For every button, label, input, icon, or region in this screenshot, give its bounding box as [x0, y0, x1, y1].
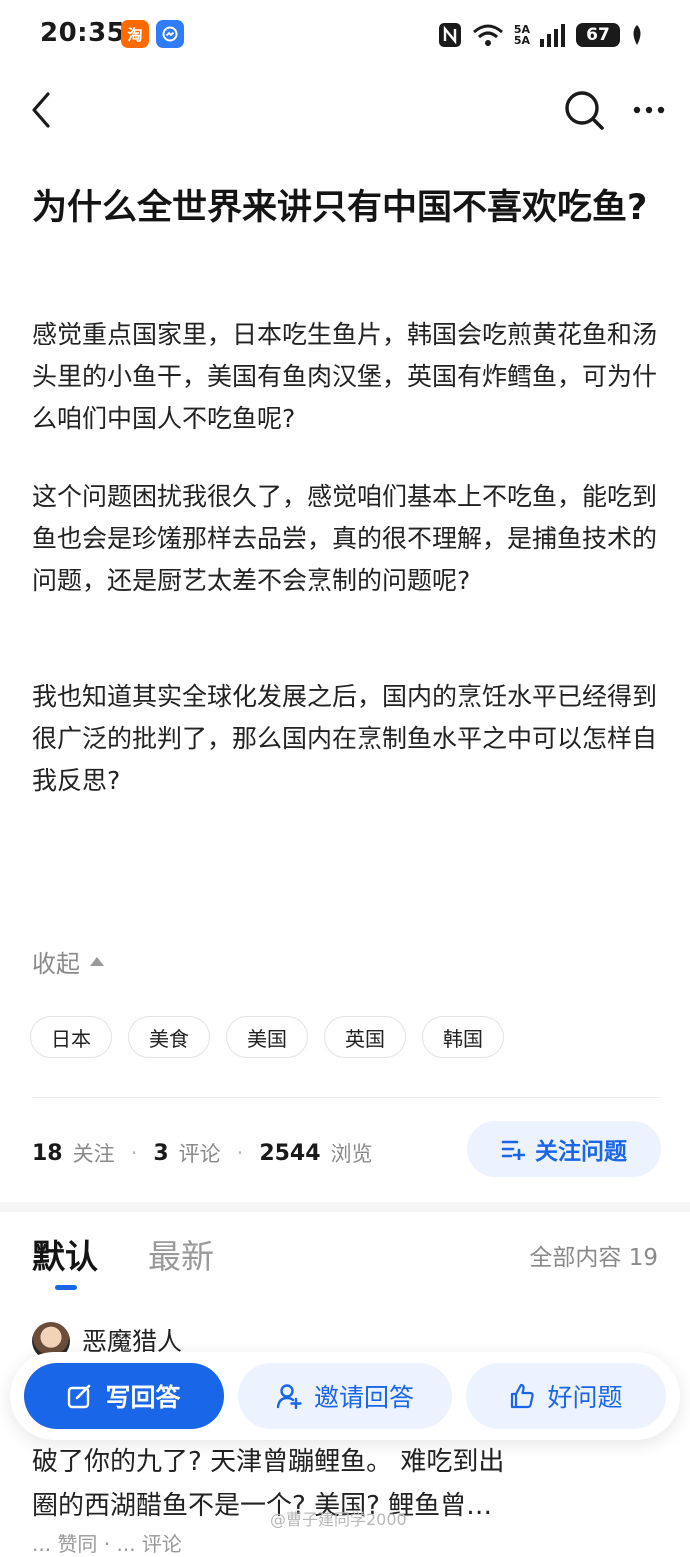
taobao-icon: 淘: [121, 20, 149, 48]
good-question-button[interactable]: 好问题: [466, 1363, 666, 1429]
write-answer-button[interactable]: 写回答: [24, 1363, 224, 1429]
wifi-icon: [472, 24, 503, 46]
battery-indicator: 67: [576, 23, 620, 47]
followers-label: 关注: [72, 1142, 115, 1166]
browser-icon: [156, 20, 184, 48]
follow-question-label: 关注问题: [535, 1139, 627, 1165]
collapse-label: 收起: [32, 950, 80, 978]
section-separator: [0, 1202, 690, 1212]
collapse-button[interactable]: 收起: [32, 944, 104, 979]
all-content-count[interactable]: 全部内容 19: [529, 1238, 658, 1272]
followers-count: 18: [32, 1140, 63, 1166]
signal-bars-icon: [540, 24, 565, 47]
answer-meta: ... 赞同 · ... 评论: [32, 1532, 182, 1556]
invite-answer-button[interactable]: 邀请回答: [238, 1363, 452, 1429]
question-stats: 18 关注 · 3 评论 · 2544 浏览: [32, 1138, 373, 1168]
separator-dot: ·: [236, 1141, 244, 1165]
question-paragraph-1: 感觉重点国家里，日本吃生鱼片，韩国会吃煎黄花鱼和汤头里的小鱼干，美国有鱼肉汉堡，…: [32, 320, 658, 433]
more-icon: [633, 106, 665, 114]
status-indicators: 5A 5A 67: [438, 20, 644, 50]
signal-label-bottom: 5A: [513, 34, 530, 47]
nfc-icon: [438, 23, 461, 47]
question-paragraph-3: 我也知道其实全球化发展之后，国内的烹饪水平已经得到很广泛的批判了，那么国内在烹制…: [32, 682, 658, 795]
separator-dot: ·: [130, 1141, 138, 1165]
watermark: @曹子建同学2000: [270, 1510, 407, 1529]
tag-food[interactable]: 美食: [128, 1016, 210, 1058]
question-title: 为什么全世界来讲只有中国不喜欢吃鱼?: [32, 188, 648, 228]
answer-excerpt-line-1: 破了你的九了? 天津曾蹦鲤鱼。 难吃到出: [32, 1447, 505, 1477]
tag-japan[interactable]: 日本: [30, 1016, 112, 1058]
invite-answer-label: 邀请回答: [313, 1383, 414, 1412]
active-tab-indicator: [55, 1285, 77, 1290]
views-label: 浏览: [330, 1142, 373, 1166]
leaf-icon: [633, 25, 641, 45]
comments-label: 评论: [178, 1142, 221, 1166]
tab-default[interactable]: 默认: [32, 1230, 98, 1278]
tag-list: 日本 美食 美国 英国 韩国: [30, 1016, 504, 1058]
more-button[interactable]: [632, 98, 666, 122]
chevron-left-icon: [32, 92, 50, 128]
status-time: 20:35: [40, 18, 126, 48]
invite-user-icon: [276, 1384, 302, 1409]
caret-up-icon: [90, 957, 104, 966]
edit-icon: [68, 1384, 91, 1409]
thumbs-up-icon: [511, 1383, 535, 1409]
divider: [32, 1097, 660, 1098]
signal-labels: 5A 5A: [514, 24, 530, 46]
battery-level: 67: [586, 25, 610, 45]
comments-count: 3: [153, 1140, 169, 1166]
question-paragraph-2: 这个问题困扰我很久了，感觉咱们基本上不吃鱼，能吃到鱼也会是珍馐那样去品尝，真的很…: [32, 482, 658, 595]
views-count: 2544: [259, 1140, 321, 1166]
search-icon: [565, 91, 604, 130]
tag-uk[interactable]: 英国: [324, 1016, 406, 1058]
good-question-label: 好问题: [547, 1383, 623, 1412]
tag-korea[interactable]: 韩国: [422, 1016, 504, 1058]
write-answer-label: 写回答: [105, 1383, 181, 1412]
follow-list-icon: [501, 1140, 525, 1160]
search-button[interactable]: [562, 88, 606, 132]
follow-question-button[interactable]: 关注问题: [467, 1121, 661, 1177]
tag-usa[interactable]: 美国: [226, 1016, 308, 1058]
tab-newest[interactable]: 最新: [148, 1230, 214, 1278]
back-button[interactable]: [26, 90, 62, 130]
